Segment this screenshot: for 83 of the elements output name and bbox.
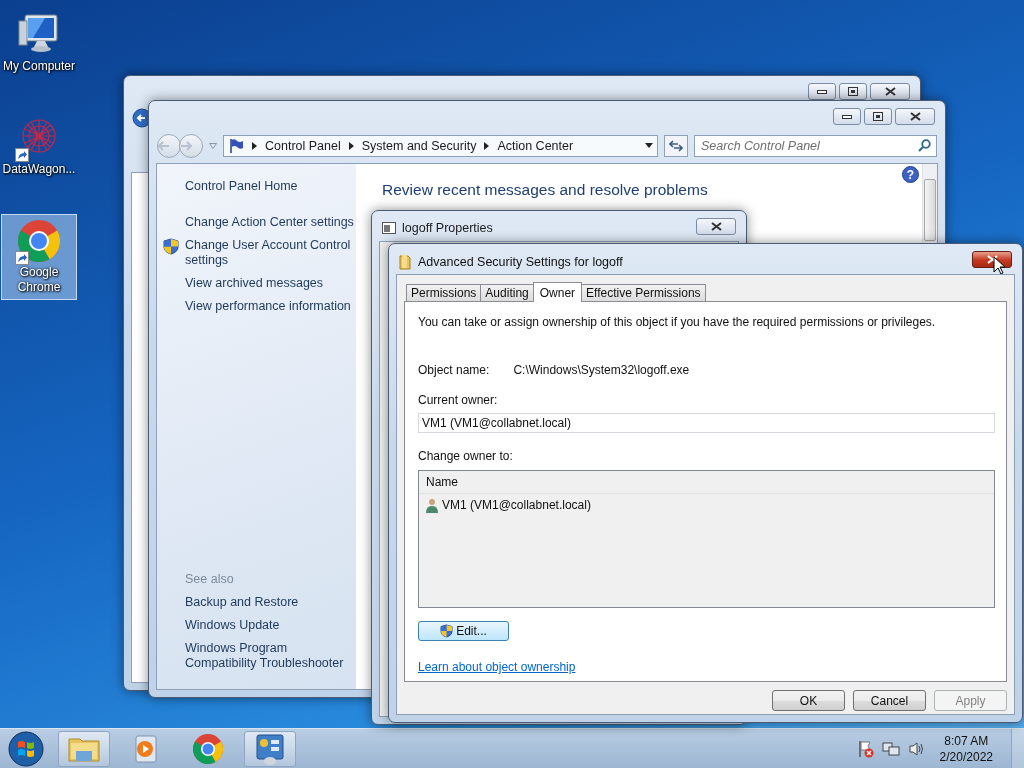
user-icon (426, 497, 438, 513)
sidebar-link[interactable]: View archived messages (185, 276, 324, 291)
refresh-arrows-icon (669, 139, 683, 152)
forward-arrow-icon (180, 140, 192, 151)
close-button[interactable] (696, 218, 736, 235)
shield-icon (440, 624, 454, 638)
object-path: C:\Windows\System32\logoff.exe (513, 363, 690, 377)
list-row-text: VM1 (VM1@collabnet.local) (442, 498, 591, 512)
minimize-icon (842, 114, 852, 119)
cancel-button[interactable]: Cancel (853, 690, 926, 711)
maximize-button[interactable] (864, 108, 892, 125)
clock-date: 2/20/2022 (939, 748, 993, 765)
help-link[interactable]: Learn about object ownership (418, 660, 576, 674)
icon-label: Google Chrome (16, 265, 62, 295)
owner-list[interactable]: Name VM1 (VM1@collabnet.local) (418, 470, 995, 608)
shortcut-arrow-icon (15, 251, 29, 265)
scrollbar[interactable] (922, 164, 937, 242)
flag-warning-icon[interactable] (857, 739, 874, 758)
breadcrumb-item[interactable]: Control Panel (265, 138, 341, 153)
sidebar-link[interactable]: Windows Update (185, 618, 356, 633)
mouse-cursor-icon (993, 256, 1006, 275)
list-row[interactable]: VM1 (VM1@collabnet.local) (419, 494, 994, 514)
sidebar-link[interactable]: Backup and Restore (185, 595, 356, 610)
current-owner-field: VM1 (VM1@collabnet.local) (418, 413, 995, 433)
tab[interactable]: Owner (532, 282, 583, 302)
address-bar[interactable]: Control Panel System and Security Action Center (223, 134, 658, 157)
sidebar-link[interactable]: Change User Account Control settings (185, 238, 356, 268)
section-heading: See also (185, 572, 235, 587)
field-label: Change owner to: (418, 449, 514, 463)
window-title: Advanced Security Settings for logoff (418, 255, 623, 269)
edit-button[interactable]: Edit... (418, 621, 509, 641)
shield-icon (163, 238, 179, 255)
network-icon[interactable] (881, 740, 900, 757)
close-button[interactable] (895, 108, 935, 125)
minimize-button[interactable] (808, 83, 836, 100)
application-icon (382, 222, 396, 234)
minimize-button[interactable] (833, 108, 861, 125)
sidebar-link[interactable]: Change Action Center settings (185, 215, 354, 230)
close-icon (909, 112, 921, 121)
taskbar-button[interactable] (244, 730, 296, 767)
start-orb-icon[interactable] (8, 730, 44, 767)
search-field[interactable]: Search Control Panel (694, 134, 937, 157)
search-icon[interactable] (918, 138, 931, 152)
back-arrow-icon (158, 140, 170, 151)
tab[interactable]: Permissions (406, 284, 482, 301)
ok-button[interactable]: OK (772, 690, 845, 711)
icon-label: My Computer (3, 59, 75, 74)
flag-icon (228, 137, 244, 154)
close-icon (710, 222, 722, 231)
chevron-right-icon (484, 141, 490, 150)
close-icon (884, 87, 896, 96)
clock-time: 8:07 AM (944, 732, 989, 749)
desktop-icon[interactable]: DataWagon... (1, 111, 77, 182)
sidebar-link[interactable]: Control Panel Home (185, 179, 356, 194)
folder-icon (399, 254, 411, 270)
tab[interactable]: Effective Permissions (581, 284, 706, 301)
breadcrumb-item[interactable]: Action Center (497, 138, 574, 153)
speaker-icon[interactable] (907, 740, 926, 757)
minimize-icon (817, 89, 827, 94)
page-heading: Review recent messages and resolve problems (382, 181, 709, 199)
maximize-icon (873, 112, 883, 121)
sidebar-link[interactable]: View performance information (185, 299, 351, 314)
tab[interactable]: Auditing (480, 284, 534, 301)
field-label: Object name: (418, 363, 490, 377)
icon-label: DataWagon... (2, 162, 76, 177)
chevron-right-icon (252, 141, 257, 150)
close-button[interactable] (870, 83, 910, 100)
chrome-icon (15, 217, 63, 265)
maximize-icon (848, 87, 858, 96)
refresh-button[interactable] (664, 134, 688, 157)
window-title: logoff Properties (402, 221, 493, 235)
help-button[interactable]: ? (902, 166, 919, 183)
close-icon (986, 255, 998, 264)
maximize-button[interactable] (839, 83, 867, 100)
field-label: Current owner: (418, 393, 499, 407)
intro-text: You can take or assign ownership of this object if you have the required permissions or privileges. (418, 315, 937, 329)
clock[interactable]: 8:07 AM 2/20/2022 (939, 732, 993, 765)
desktop-icon[interactable]: My Computer (1, 8, 77, 79)
shortcut-arrow-icon (15, 148, 29, 162)
breadcrumb-item[interactable]: System and Security (361, 138, 477, 153)
sidebar-link[interactable]: Windows Program Compatibility Troubleshooter (185, 641, 356, 671)
dropdown-arrow-icon[interactable] (645, 143, 653, 148)
chevron-right-icon (348, 141, 354, 150)
